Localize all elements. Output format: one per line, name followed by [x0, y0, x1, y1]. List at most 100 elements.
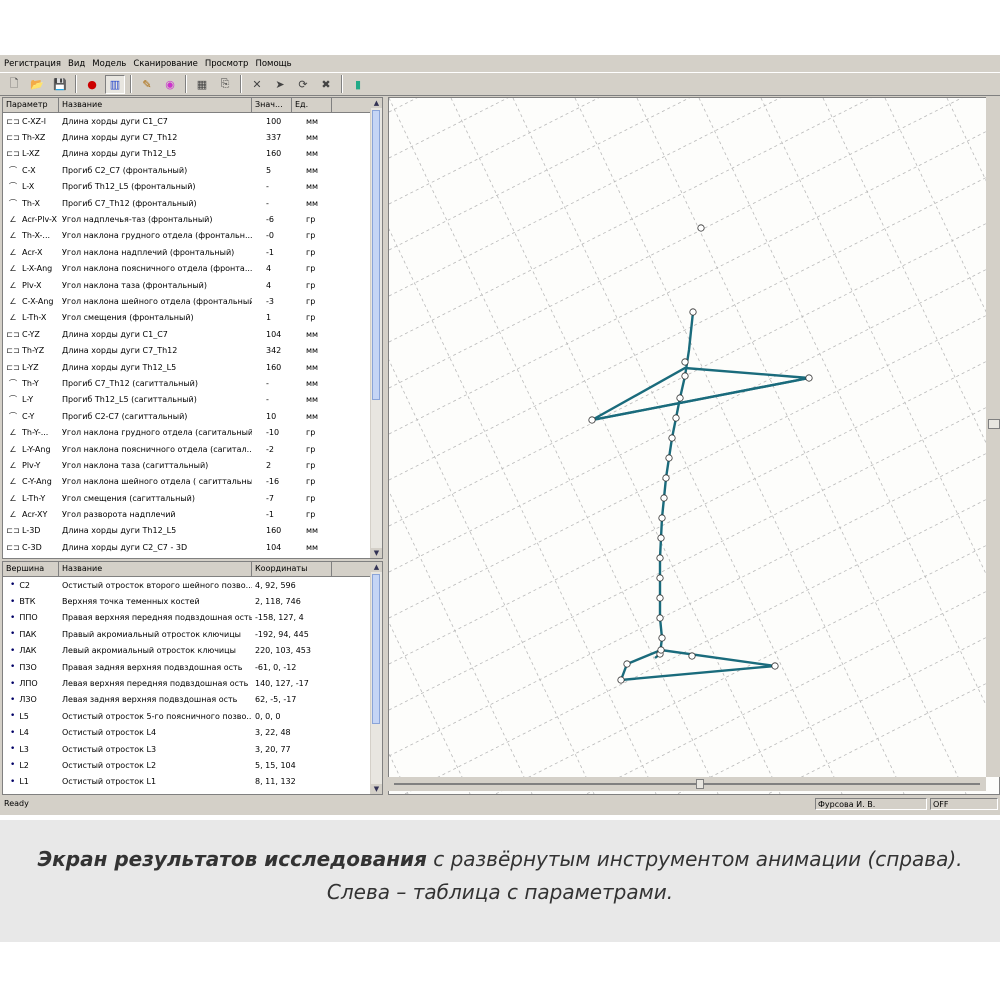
scroll-thumb[interactable]: [372, 574, 380, 724]
column-header-coordinates[interactable]: Координаты: [252, 562, 332, 576]
table-row[interactable]: ∠ Plv-Y Угол наклона таза (сагиттальный) 2 г…: [3, 457, 382, 473]
table-row[interactable]: • ПЗО Правая задняя верхняя подвздошная ос…: [3, 659, 382, 675]
animation-timeline-slider[interactable]: [388, 777, 986, 791]
table-row[interactable]: ∠ Acr-XY Угол разворота надплечий -1 гр: [3, 506, 382, 522]
rotate-icon[interactable]: ⟳: [293, 75, 313, 94]
table-row[interactable]: • L4 Остистый отросток L4 3, 22, 48: [3, 725, 382, 741]
table-row[interactable]: • L2 Остистый отросток L2 5, 15, 104: [3, 757, 382, 773]
table-row[interactable]: • ПАК Правый акромиальный отросток ключицы…: [3, 626, 382, 642]
column-header-vertex-name[interactable]: Название: [59, 562, 252, 576]
vertex-point[interactable]: [697, 224, 705, 232]
column-header-name[interactable]: Название: [59, 98, 252, 112]
save-icon[interactable]: 💾: [50, 75, 70, 94]
viewport-vertical-slider[interactable]: [986, 97, 1000, 777]
table-row[interactable]: ⊏⊐ Th-XZ Длина хорды дуги С7_Th12 337 мм: [3, 129, 382, 145]
scroll-down-icon[interactable]: ▼: [371, 784, 382, 794]
table-row[interactable]: ∠ L-Y-Ang Угол наклона поясничного отдела …: [3, 441, 382, 457]
vertex-point[interactable]: [656, 614, 664, 622]
vertex-point[interactable]: [676, 394, 684, 402]
record-icon[interactable]: ●: [82, 75, 102, 94]
vertex-point[interactable]: [617, 676, 625, 684]
close-icon[interactable]: ✖: [316, 75, 336, 94]
vertex-point[interactable]: [656, 574, 664, 582]
scroll-thumb[interactable]: [372, 110, 380, 400]
vertex-point[interactable]: [805, 374, 813, 382]
palette-icon[interactable]: ✎: [137, 75, 157, 94]
vertex-point[interactable]: [668, 434, 676, 442]
table-row[interactable]: ⊏⊐ C-3D Длина хорды дуги С2_С7 - 3D 104 мм: [3, 539, 382, 555]
menu-item-0[interactable]: Регистрация: [1, 59, 64, 69]
table-row[interactable]: • L1 Остистый отросток L1 8, 11, 132: [3, 774, 382, 790]
menu-item-4[interactable]: Просмотр: [202, 59, 252, 69]
vertex-point[interactable]: [657, 646, 665, 654]
table-row[interactable]: ∠ Plv-X Угол наклона таза (фронтальный) 4 гр: [3, 277, 382, 293]
vertex-point[interactable]: [657, 534, 665, 542]
scale-icon[interactable]: ✕: [247, 75, 267, 94]
vertex-point[interactable]: [771, 662, 779, 670]
table-row[interactable]: ⌒ L-Y Прогиб Th12_L5 (сагиттальный) - мм: [3, 392, 382, 408]
slider-thumb[interactable]: [988, 419, 1000, 429]
menu-item-3[interactable]: Сканирование: [130, 59, 201, 69]
vertex-point[interactable]: [660, 494, 668, 502]
vertex-point[interactable]: [658, 514, 666, 522]
vertices-scrollbar[interactable]: ▲ ▼: [370, 562, 382, 794]
table-row[interactable]: ⌒ C-Y Прогиб С2-С7 (сагиттальный) 10 мм: [3, 408, 382, 424]
column-header-vertex[interactable]: Вершина: [3, 562, 59, 576]
table-row[interactable]: ⌒ C-X Прогиб С2_С7 (фронтальный) 5 мм: [3, 162, 382, 178]
table-row[interactable]: • ВТК Верхняя точка теменных костей 2, 118,…: [3, 593, 382, 609]
table-row[interactable]: ⊏⊐ L-YZ Длина хорды дуги Th12_L5 160 мм: [3, 359, 382, 375]
table-row[interactable]: ⌒ Th-X Прогиб С7_Th12 (фронтальный) - мм: [3, 195, 382, 211]
vertex-point[interactable]: [656, 554, 664, 562]
new-icon[interactable]: 🗋: [4, 75, 24, 94]
column-header-value[interactable]: Знач...: [252, 98, 292, 112]
table-row[interactable]: ⊏⊐ L-3D Длина хорды дуги Th12_L5 160 мм: [3, 523, 382, 539]
table-row[interactable]: ⊏⊐ C-XZ-l Длина хорды дуги С1_С7 100 мм: [3, 113, 382, 129]
vertex-point[interactable]: [681, 372, 689, 380]
table-row[interactable]: ∠ L-Th-Y Угол смещения (сагиттальный) -7 гр: [3, 490, 382, 506]
move-icon[interactable]: ➤: [270, 75, 290, 94]
table-row[interactable]: • ППО Правая верхняя передняя подвздошная …: [3, 610, 382, 626]
parameters-scrollbar[interactable]: ▲ ▼: [370, 98, 382, 558]
view-icon[interactable]: ▥: [105, 74, 125, 94]
table-row[interactable]: ∠ C-X-Ang Угол наклона шейного отдела (фро…: [3, 293, 382, 309]
table-row[interactable]: ∠ Th-X-... Угол наклона грудного отдела (ф…: [3, 228, 382, 244]
vertex-point[interactable]: [656, 594, 664, 602]
vertex-point[interactable]: [688, 652, 696, 660]
vertex-point[interactable]: [681, 358, 689, 366]
table-row[interactable]: ∠ Acr-Plv-X Угол надплечья-таз (фронтальны…: [3, 211, 382, 227]
scroll-up-icon[interactable]: ▲: [371, 562, 382, 572]
table-row[interactable]: ∠ L-Th-X Угол смещения (фронтальный) 1 гр: [3, 310, 382, 326]
table-row[interactable]: ∠ Acr-X Угол наклона надплечий (фронтальны…: [3, 244, 382, 260]
scroll-down-icon[interactable]: ▼: [371, 548, 382, 558]
vertex-point[interactable]: [588, 416, 596, 424]
vertex-point[interactable]: [672, 414, 680, 422]
table-row[interactable]: ∠ Th-Y-... Угол наклона грудного отдела (с…: [3, 424, 382, 440]
table-row[interactable]: ⌒ Th-Y Прогиб С7_Th12 (сагиттальный) - мм: [3, 375, 382, 391]
vertex-point[interactable]: [658, 634, 666, 642]
vertex-point[interactable]: [623, 660, 631, 668]
table-row[interactable]: • L3 Остистый отросток L3 3, 20, 77: [3, 741, 382, 757]
grid-icon[interactable]: ▦: [192, 75, 212, 94]
book-icon[interactable]: ▮: [348, 75, 368, 94]
vertex-point[interactable]: [689, 308, 697, 316]
colors-icon[interactable]: ◉: [160, 75, 180, 94]
animation-3d-viewport[interactable]: [388, 97, 1000, 795]
vertex-point[interactable]: [665, 454, 673, 462]
table-row[interactable]: • L5 Остистый отросток 5-го поясничного п…: [3, 708, 382, 724]
table-row[interactable]: ⌒ L-X Прогиб Th12_L5 (фронтальный) - мм: [3, 179, 382, 195]
timeline-thumb[interactable]: [696, 779, 704, 789]
table-row[interactable]: • ЛПО Левая верхняя передняя подвздошная о…: [3, 675, 382, 691]
table-row[interactable]: ⊏⊐ L-XZ Длина хорды дуги Th12_L5 160 мм: [3, 146, 382, 162]
export-icon[interactable]: ⎘: [215, 75, 235, 94]
table-row[interactable]: ⊏⊐ Th-YZ Длина хорды дуги С7_Th12 342 мм: [3, 342, 382, 358]
table-row[interactable]: ∠ C-Y-Ang Угол наклона шейного отдела ( са…: [3, 474, 382, 490]
menu-item-2[interactable]: Модель: [89, 59, 129, 69]
table-row[interactable]: • ЛЗО Левая задняя верхняя подвздошная ост…: [3, 692, 382, 708]
skeleton-3d-view[interactable]: [389, 98, 1000, 795]
column-header-parameter[interactable]: Параметр: [3, 98, 59, 112]
open-icon[interactable]: 📂: [27, 75, 47, 94]
menu-item-5[interactable]: Помощь: [252, 59, 294, 69]
column-header-unit[interactable]: Ед.: [292, 98, 332, 112]
table-row[interactable]: • C2 Остистый отросток второго шейного поз…: [3, 577, 382, 593]
table-row[interactable]: • ЛАК Левый акромиальный отросток ключицы 2…: [3, 643, 382, 659]
